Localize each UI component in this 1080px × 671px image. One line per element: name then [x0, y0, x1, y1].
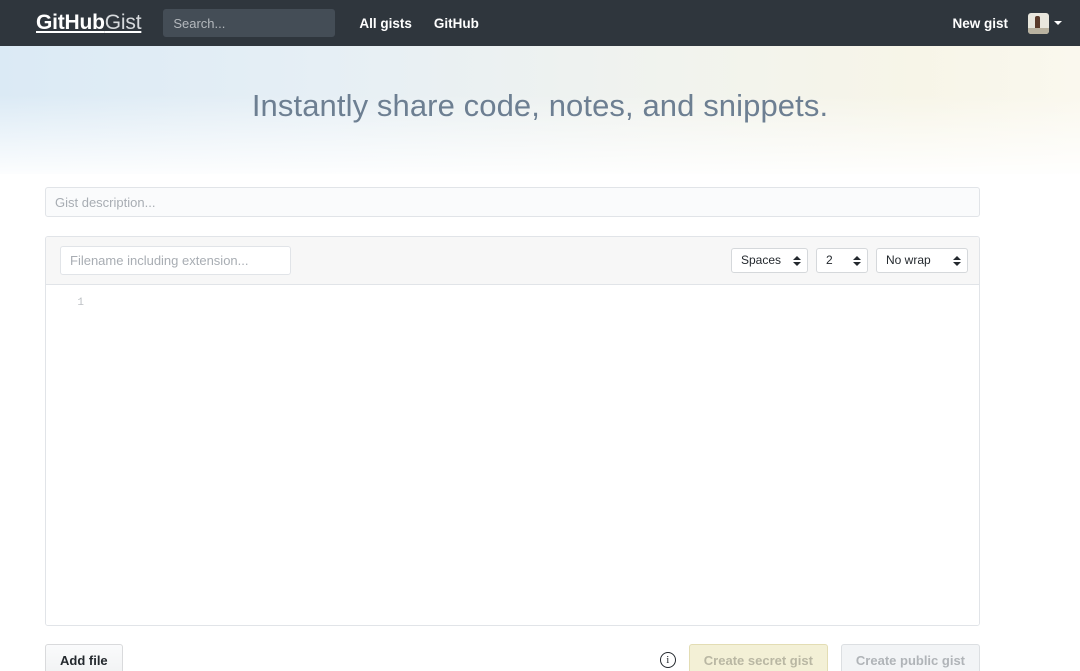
nav-link-github[interactable]: GitHub	[434, 16, 479, 31]
indent-mode-value: Spaces	[741, 253, 782, 267]
user-avatar[interactable]	[1028, 12, 1049, 34]
create-secret-gist-button[interactable]: Create secret gist	[688, 644, 828, 671]
indent-size-select[interactable]: 2	[816, 248, 868, 273]
gist-logo[interactable]: GitHubGist	[36, 11, 142, 34]
gist-file-editor: Spaces 2 No wrap 1	[45, 236, 980, 626]
select-arrows-icon	[942, 255, 961, 266]
gist-form: Spaces 2 No wrap 1 Add file	[0, 187, 1080, 671]
add-file-button[interactable]: Add file	[45, 644, 123, 671]
chevron-down-icon[interactable]	[1054, 21, 1062, 25]
site-header: GitHubGist All gists GitHub New gist	[0, 0, 1080, 46]
nav-link-all-gists[interactable]: All gists	[359, 16, 412, 31]
select-arrows-icon	[842, 255, 861, 266]
wrap-mode-select[interactable]: No wrap	[876, 248, 968, 273]
gist-description-input[interactable]	[45, 187, 980, 217]
user-menu[interactable]	[1028, 12, 1062, 34]
line-number: 1	[77, 297, 84, 309]
select-arrows-icon	[782, 255, 801, 266]
file-editor-toolbar: Spaces 2 No wrap	[46, 237, 979, 285]
info-icon[interactable]: i	[659, 652, 676, 668]
create-public-gist-button[interactable]: Create public gist	[840, 644, 980, 671]
wrap-mode-value: No wrap	[886, 253, 931, 267]
search-input[interactable]	[163, 9, 336, 37]
create-actions-group: i Create secret gist Create public gist	[659, 644, 980, 671]
logo-github-text: GitHub	[36, 11, 105, 34]
header-right-group: New gist	[952, 12, 1062, 34]
indent-size-value: 2	[826, 253, 833, 267]
code-editor[interactable]: 1	[46, 285, 979, 625]
editor-options-group: Spaces 2 No wrap	[731, 248, 968, 273]
filename-input[interactable]	[60, 246, 291, 275]
code-input[interactable]	[90, 294, 979, 625]
page-title: Instantly share code, notes, and snippet…	[251, 88, 829, 123]
line-number-gutter: 1	[46, 294, 90, 625]
hero-banner: Instantly share code, notes, and snippet…	[0, 46, 1080, 174]
form-actions: Add file i Create secret gist Create pub…	[45, 644, 980, 671]
new-gist-button[interactable]: New gist	[952, 16, 1008, 31]
logo-gist-text: Gist	[104, 11, 142, 34]
indent-mode-select[interactable]: Spaces	[731, 248, 808, 273]
